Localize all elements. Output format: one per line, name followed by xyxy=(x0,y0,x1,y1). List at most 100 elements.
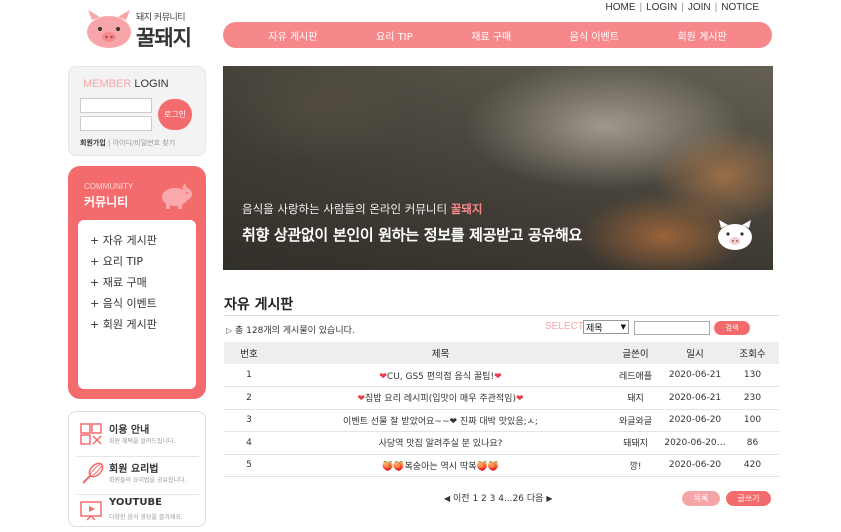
find-account-link[interactable]: 아이디/비밀번호 찾기 xyxy=(113,139,176,147)
select-label: SELECT xyxy=(545,321,584,332)
col-header-date: 일시 xyxy=(664,342,726,364)
search-button[interactable]: 검색 xyxy=(714,321,750,335)
id-input[interactable] xyxy=(80,98,152,113)
community-box: COMMUNITY 커뮤니티 + 자유 게시판 + 요리 TIP + 재료 구매… xyxy=(68,166,206,399)
community-en-title: COMMUNITY xyxy=(84,182,134,191)
util-join-link[interactable]: JOIN xyxy=(686,2,713,13)
nav-ingredients[interactable]: 재료 구매 xyxy=(471,28,511,43)
join-link[interactable]: 회원가입 xyxy=(80,139,106,147)
post-title[interactable]: 이벤트 선물 잘 받았어요~~ xyxy=(343,417,449,427)
cell-writer: 깡! xyxy=(607,454,664,477)
col-header-title: 제목 xyxy=(274,342,607,364)
login-title: MEMBER LOGIN xyxy=(83,78,169,90)
list-button[interactable]: 목록 xyxy=(682,491,720,506)
page-numbers[interactable]: 1 2 3 4...26 xyxy=(472,494,524,504)
cell-views: 100 xyxy=(726,409,779,432)
pig-logo-icon xyxy=(87,10,131,48)
pagination: ◀ 이전 1 2 3 4...26 다음 ▶ xyxy=(444,491,552,504)
login-button[interactable]: 로그인 xyxy=(158,99,192,130)
search-input[interactable] xyxy=(634,321,710,335)
logo[interactable]: 돼지 커뮤니티 꿀돼지 xyxy=(84,6,204,50)
main-nav: 자유 게시판 요리 TIP 재료 구매 음식 이벤트 회원 게시판 xyxy=(223,22,772,48)
next-arrow-icon[interactable]: ▶ xyxy=(546,494,552,503)
cell-date: 2020-06-21 xyxy=(664,386,726,410)
board-title-divider xyxy=(224,315,779,316)
info-youtube[interactable]: YOUTUBE 다양한 음식 영상을 즐겨세요. xyxy=(77,496,199,528)
community-item-ingredients[interactable]: + 재료 구매 xyxy=(90,272,196,293)
cell-title[interactable]: 사당역 맛집 알려주실 분 있나요? xyxy=(274,431,607,455)
util-home-link[interactable]: HOME xyxy=(603,2,637,13)
write-button[interactable]: 글쓰기 xyxy=(726,491,771,506)
util-separator: | xyxy=(681,2,684,13)
title-suffix: ❤ xyxy=(494,371,502,382)
prev-page-link[interactable]: 이전 xyxy=(453,494,470,504)
cell-writer: 레드애플 xyxy=(607,364,664,387)
cell-no: 2 xyxy=(224,386,274,410)
divider xyxy=(77,456,199,457)
login-title-member: MEMBER xyxy=(83,78,132,90)
title-prefix-icon: ❤ xyxy=(357,394,366,405)
post-title[interactable]: 복숭아는 역시 딱복 xyxy=(405,462,477,472)
cell-title[interactable]: 🍑🍑복숭아는 역시 딱복🍑🍑 xyxy=(274,454,607,477)
prev-arrow-icon[interactable]: ◀ xyxy=(444,494,450,503)
cell-views: 230 xyxy=(726,386,779,410)
banner-line1: 음식을 사랑하는 사람들의 온라인 커뮤니티 꿀돼지 xyxy=(242,201,482,217)
search-field-select[interactable]: 제목 ▼ xyxy=(583,320,629,334)
pig-silhouette-icon xyxy=(162,183,192,209)
title-prefix-icon: ❤ xyxy=(379,371,387,382)
cell-views: 130 xyxy=(726,364,779,387)
table-row[interactable]: 4 사당역 맛집 알려주실 분 있나요? 돼돼지 2020-06-20… 86 xyxy=(224,431,779,455)
links-separator: | xyxy=(108,139,111,147)
title-suffix: ❤ 진짜 대박 맛있음;ㅅ; xyxy=(449,416,538,427)
info-usage-guide[interactable]: 이용 안내 회원 혜택을 알려드립니다. xyxy=(77,420,199,452)
info-title: YOUTUBE xyxy=(109,497,162,508)
cell-no: 4 xyxy=(224,431,274,455)
community-item-free-board[interactable]: + 자유 게시판 xyxy=(90,230,196,251)
table-row[interactable]: 1 ❤CU, GS5 편의점 음식 꿀팁!❤ 레드애플 2020-06-21 130 xyxy=(224,364,779,387)
nav-free-board[interactable]: 자유 게시판 xyxy=(268,28,317,43)
cell-no: 5 xyxy=(224,454,274,477)
util-login-link[interactable]: LOGIN xyxy=(644,2,679,13)
chevron-down-icon: ▼ xyxy=(620,323,626,331)
password-input[interactable] xyxy=(80,116,152,131)
cell-no: 3 xyxy=(224,409,274,432)
community-item-food-event[interactable]: + 음식 이벤트 xyxy=(90,293,196,314)
table-row[interactable]: 5 🍑🍑복숭아는 역시 딱복🍑🍑 깡! 2020-06-20 420 xyxy=(224,454,779,477)
cell-no: 1 xyxy=(224,364,274,387)
cell-writer: 돼지 xyxy=(607,386,664,410)
table-row[interactable]: 3 이벤트 선물 잘 받았어요~~❤ 진짜 대박 맛있음;ㅅ; 와글와글 2020-0… xyxy=(224,409,779,432)
post-title[interactable]: 집밥 요리 레시피(입맛이 매우 주관적임) xyxy=(365,394,516,404)
info-member-recipe[interactable]: 회원 요리법 회원들의 요리법을 공유합니다. xyxy=(77,459,199,491)
member-login-box: MEMBER LOGIN 로그인 회원가입 | 아이디/비밀번호 찾기 xyxy=(68,66,206,156)
nav-cooking-tip[interactable]: 요리 TIP xyxy=(376,28,413,43)
info-desc: 다양한 음식 영상을 즐겨세요. xyxy=(109,514,183,521)
title-prefix-icon: 🍑🍑 xyxy=(382,461,405,472)
banner-line1-text: 음식을 사랑하는 사람들의 온라인 커뮤니티 xyxy=(242,202,448,216)
cell-title[interactable]: ❤집밥 요리 레시피(입맛이 매우 주관적임)❤ xyxy=(274,386,607,410)
table-row[interactable]: 2 ❤집밥 요리 레시피(입맛이 매우 주관적임)❤ 돼지 2020-06-21 230 xyxy=(224,386,779,410)
board-table: 번호 제목 글쓴이 일시 조회수 1 ❤CU, GS5 편의점 음식 꿀팁!❤ 레드… xyxy=(224,342,779,477)
info-box: 이용 안내 회원 혜택을 알려드립니다. 회원 요리법 회원들의 요리법을 공유… xyxy=(68,411,206,527)
col-header-no: 번호 xyxy=(224,342,274,364)
post-title[interactable]: CU, GS5 편의점 음식 꿀팁! xyxy=(387,372,494,382)
main-banner: 음식을 사랑하는 사람들의 온라인 커뮤니티 꿀돼지 취향 상관없이 본인이 원… xyxy=(223,66,773,270)
community-item-member-board[interactable]: + 회원 게시판 xyxy=(90,314,196,335)
col-header-writer: 글쓴이 xyxy=(607,342,664,364)
cell-title[interactable]: 이벤트 선물 잘 받았어요~~❤ 진짜 대박 맛있음;ㅅ; xyxy=(274,409,607,432)
nav-member-board[interactable]: 회원 게시판 xyxy=(677,28,726,43)
cell-title[interactable]: ❤CU, GS5 편의점 음식 꿀팁!❤ xyxy=(274,364,607,387)
cell-date: 2020-06-20 xyxy=(664,409,726,432)
cell-date: 2020-06-21 xyxy=(664,364,726,387)
community-menu: + 자유 게시판 + 요리 TIP + 재료 구매 + 음식 이벤트 + 회원 … xyxy=(78,220,196,389)
pig-face-icon xyxy=(718,220,752,250)
select-value: 제목 xyxy=(586,323,603,334)
board-title: 자유 게시판 xyxy=(224,297,294,313)
next-page-link[interactable]: 다음 xyxy=(527,494,544,504)
util-notice-link[interactable]: NOTICE xyxy=(719,2,761,13)
post-title[interactable]: 사당역 맛집 알려주실 분 있나요? xyxy=(379,439,503,449)
info-title: 회원 요리법 xyxy=(109,464,159,475)
title-suffix: ❤ xyxy=(515,394,524,405)
community-item-cooking-tip[interactable]: + 요리 TIP xyxy=(90,251,196,272)
nav-food-event[interactable]: 음식 이벤트 xyxy=(570,28,619,43)
banner-highlight: 꿀돼지 xyxy=(450,202,483,216)
